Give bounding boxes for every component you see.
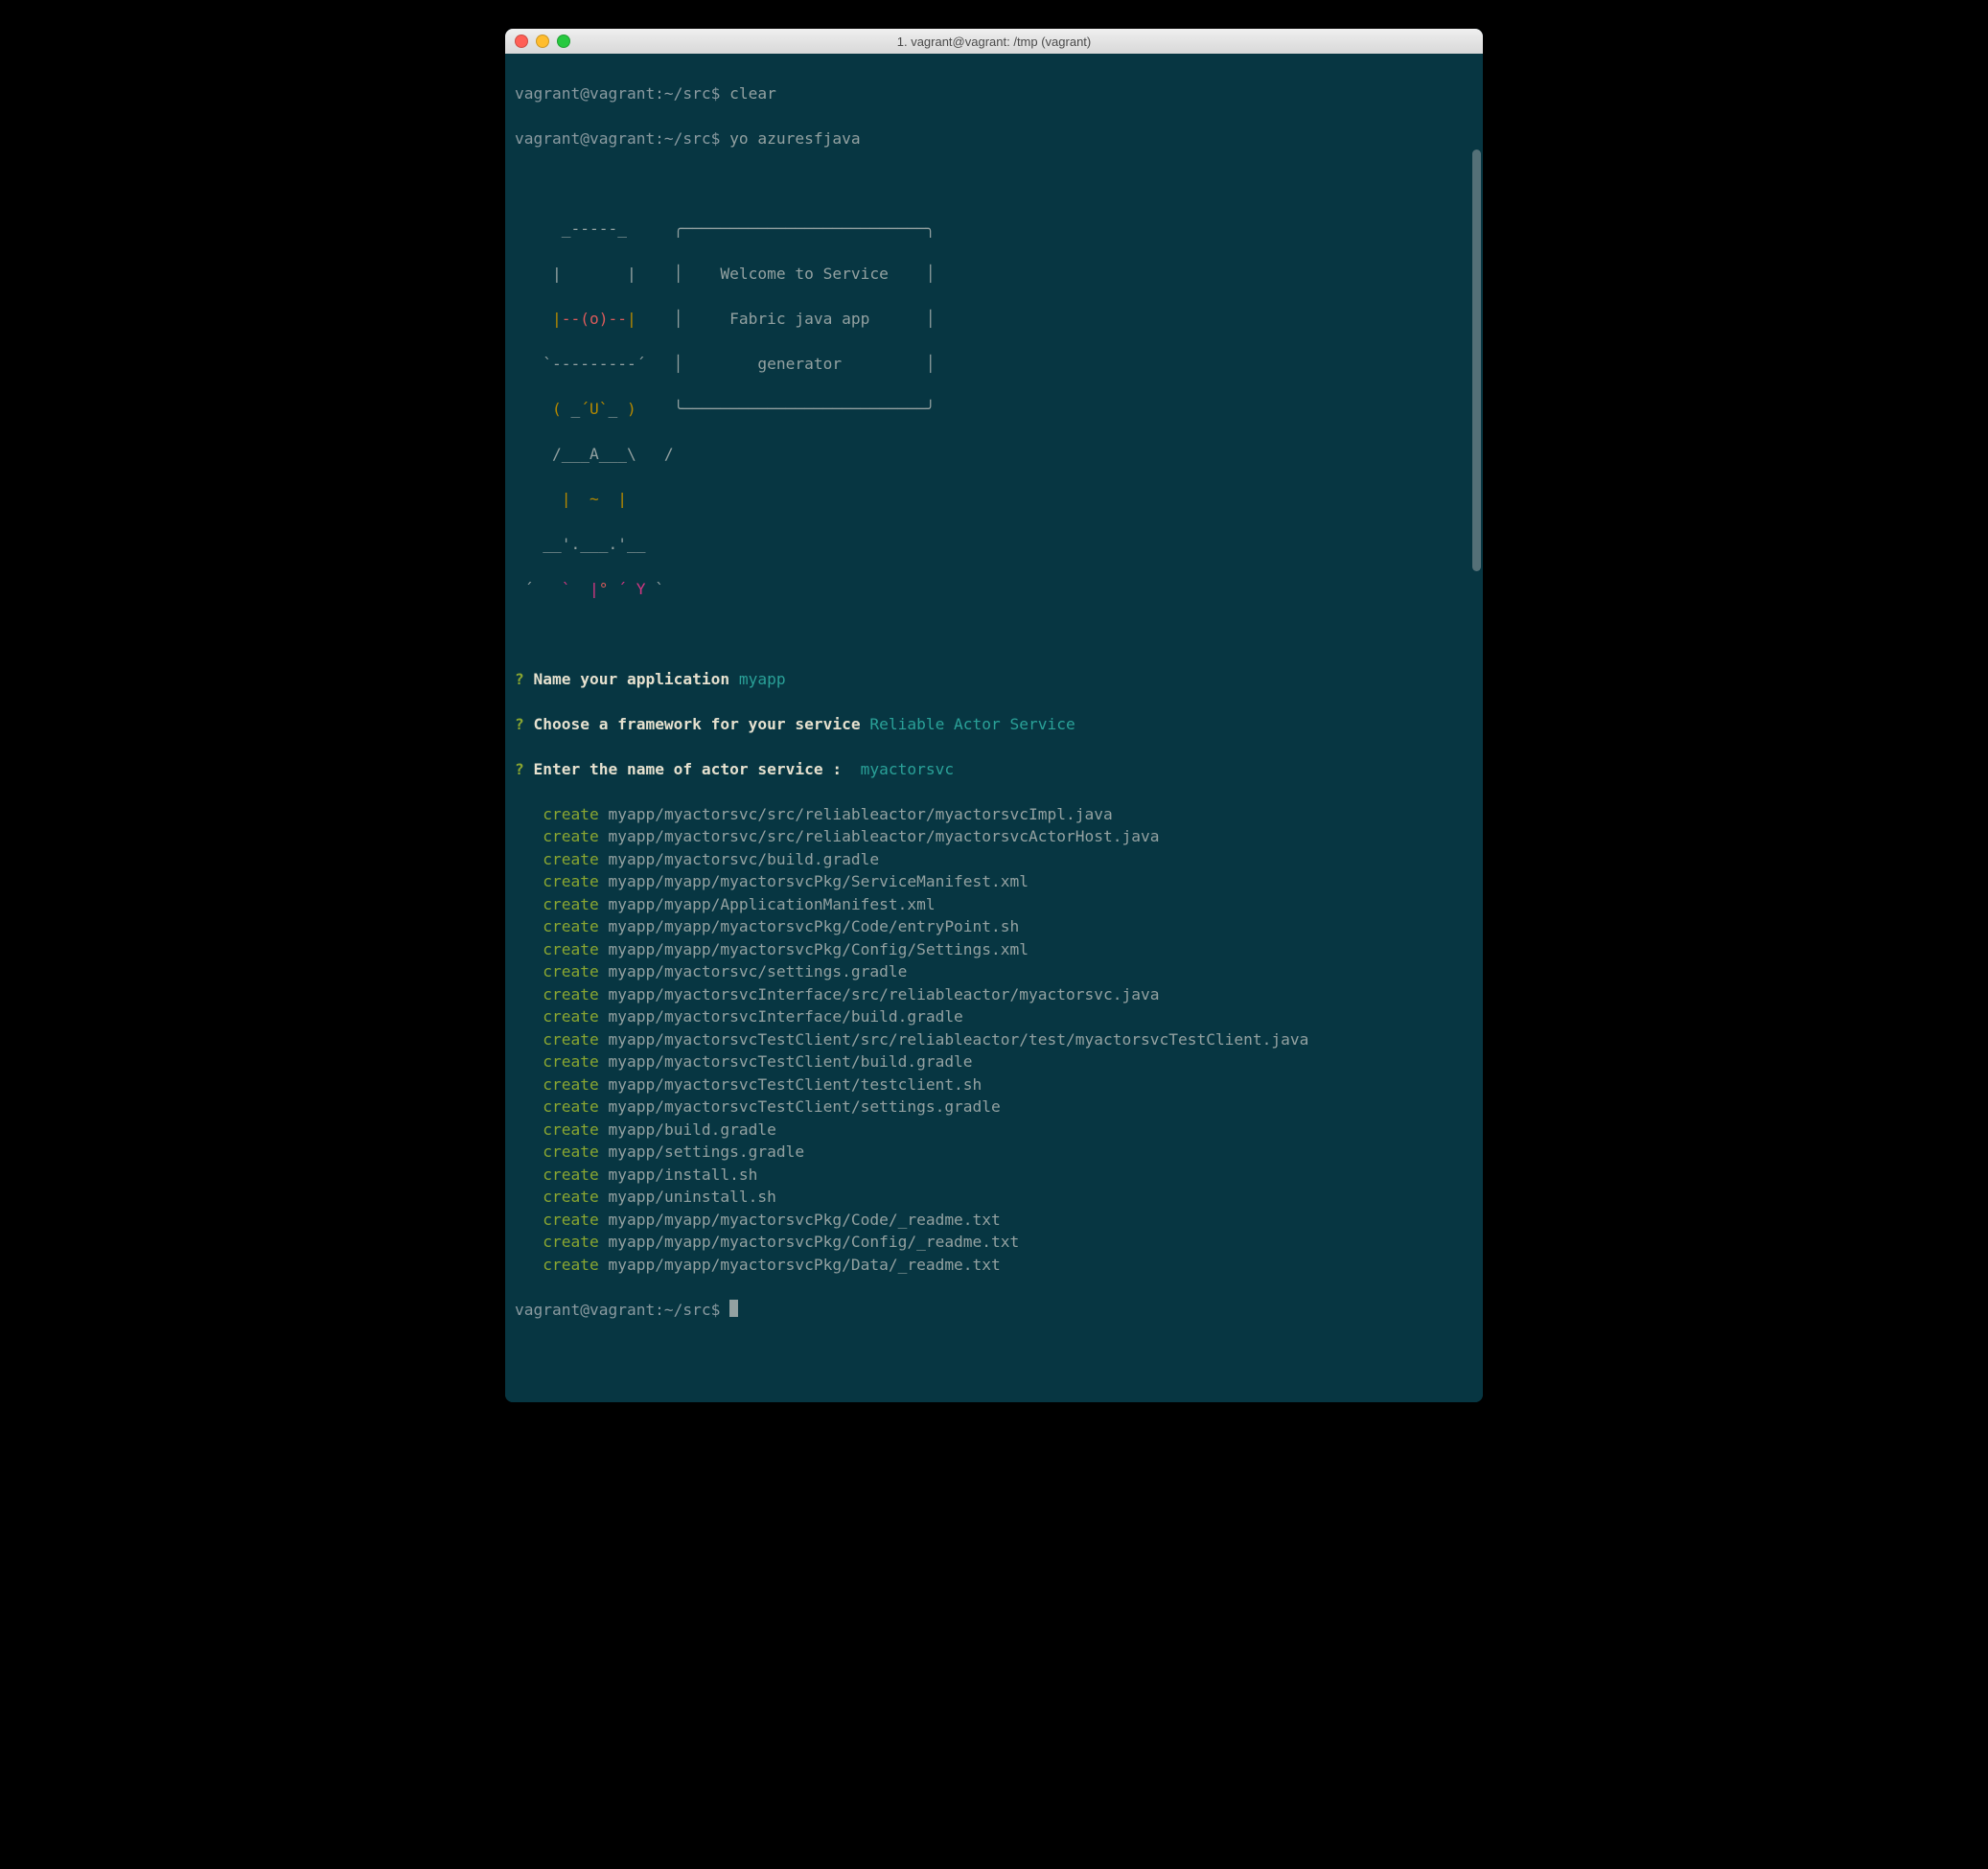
- zoom-icon[interactable]: [557, 35, 570, 48]
- shell-prompt: vagrant@vagrant:~/src$: [515, 1301, 729, 1319]
- created-file-path: myapp/build.gradle: [608, 1120, 775, 1139]
- create-label: create: [543, 1211, 598, 1229]
- created-file-path: myapp/myapp/ApplicationManifest.xml: [608, 895, 935, 913]
- create-label: create: [543, 1165, 598, 1184]
- create-label: create: [543, 1256, 598, 1274]
- create-label: create: [543, 827, 598, 845]
- close-icon[interactable]: [515, 35, 528, 48]
- create-label: create: [543, 1120, 598, 1139]
- created-file-path: myapp/myactorsvcInterface/src/reliableac…: [608, 985, 1159, 1004]
- question-framework: Choose a framework for your service: [524, 715, 870, 733]
- titlebar[interactable]: 1. vagrant@vagrant: /tmp (vagrant): [505, 29, 1483, 54]
- created-file-path: myapp/myactorsvc/settings.gradle: [608, 962, 907, 981]
- create-label: create: [543, 895, 598, 913]
- create-label: create: [543, 1007, 598, 1026]
- question-actor-name: Enter the name of actor service :: [524, 760, 861, 778]
- created-file-path: myapp/myactorsvcTestClient/settings.grad…: [608, 1097, 1000, 1116]
- created-file-path: myapp/myactorsvcInterface/build.gradle: [608, 1007, 962, 1026]
- scrollbar[interactable]: [1472, 150, 1481, 571]
- create-label: create: [543, 917, 598, 935]
- create-label: create: [543, 985, 598, 1004]
- create-label: create: [543, 1188, 598, 1206]
- prompt-question-mark: ?: [515, 715, 524, 733]
- created-file-path: myapp/myapp/myactorsvcPkg/Code/_readme.t…: [608, 1211, 1000, 1229]
- terminal-body[interactable]: vagrant@vagrant:~/src$ clear vagrant@vag…: [505, 54, 1483, 1402]
- command-clear: clear: [729, 84, 776, 103]
- prompt-question-mark: ?: [515, 760, 524, 778]
- create-label: create: [543, 872, 598, 890]
- created-file-path: myapp/myactorsvc/src/reliableactor/myact…: [608, 805, 1112, 823]
- answer-app-name: myapp: [739, 670, 786, 688]
- terminal-window: 1. vagrant@vagrant: /tmp (vagrant) vagra…: [505, 29, 1483, 1402]
- answer-actor-name: myactorsvc: [861, 760, 954, 778]
- prompt-question-mark: ?: [515, 670, 524, 688]
- created-file-path: myapp/myactorsvcTestClient/testclient.sh: [608, 1075, 982, 1094]
- ascii-art: _-----_ ╭──────────────────────────╮: [515, 218, 1473, 241]
- create-label: create: [543, 1030, 598, 1049]
- create-label: create: [543, 805, 598, 823]
- created-file-path: myapp/myapp/myactorsvcPkg/Code/entryPoin…: [608, 917, 1019, 935]
- create-label: create: [543, 1142, 598, 1161]
- command-yo: yo azuresfjava: [729, 129, 860, 148]
- created-file-path: myapp/myactorsvc/src/reliableactor/myact…: [608, 827, 1159, 845]
- created-file-path: myapp/myapp/myactorsvcPkg/Config/Setting…: [608, 940, 1029, 958]
- window-controls: [515, 35, 570, 48]
- create-label: create: [543, 1075, 598, 1094]
- created-file-path: myapp/uninstall.sh: [608, 1188, 775, 1206]
- shell-prompt: vagrant@vagrant:~/src$: [515, 84, 729, 103]
- created-file-path: myapp/myapp/myactorsvcPkg/Config/_readme…: [608, 1233, 1019, 1251]
- create-label: create: [543, 940, 598, 958]
- create-label: create: [543, 850, 598, 868]
- create-label: create: [543, 1097, 598, 1116]
- created-file-path: myapp/myactorsvcTestClient/build.gradle: [608, 1052, 972, 1071]
- created-file-path: myapp/myactorsvc/build.gradle: [608, 850, 879, 868]
- question-app-name: Name your application: [524, 670, 739, 688]
- create-label: create: [543, 1233, 598, 1251]
- created-file-path: myapp/settings.gradle: [608, 1142, 804, 1161]
- answer-framework: Reliable Actor Service: [869, 715, 1075, 733]
- window-title: 1. vagrant@vagrant: /tmp (vagrant): [505, 35, 1483, 49]
- minimize-icon[interactable]: [536, 35, 549, 48]
- created-file-path: myapp/myapp/myactorsvcPkg/ServiceManifes…: [608, 872, 1029, 890]
- created-file-path: myapp/myactorsvcTestClient/src/reliablea…: [608, 1030, 1308, 1049]
- shell-prompt: vagrant@vagrant:~/src$: [515, 129, 729, 148]
- create-label: create: [543, 1052, 598, 1071]
- create-label: create: [543, 962, 598, 981]
- cursor-icon: [729, 1300, 738, 1317]
- created-file-path: myapp/install.sh: [608, 1165, 757, 1184]
- create-list: create myapp/myactorsvc/src/reliableacto…: [515, 803, 1473, 1277]
- created-file-path: myapp/myapp/myactorsvcPkg/Data/_readme.t…: [608, 1256, 1000, 1274]
